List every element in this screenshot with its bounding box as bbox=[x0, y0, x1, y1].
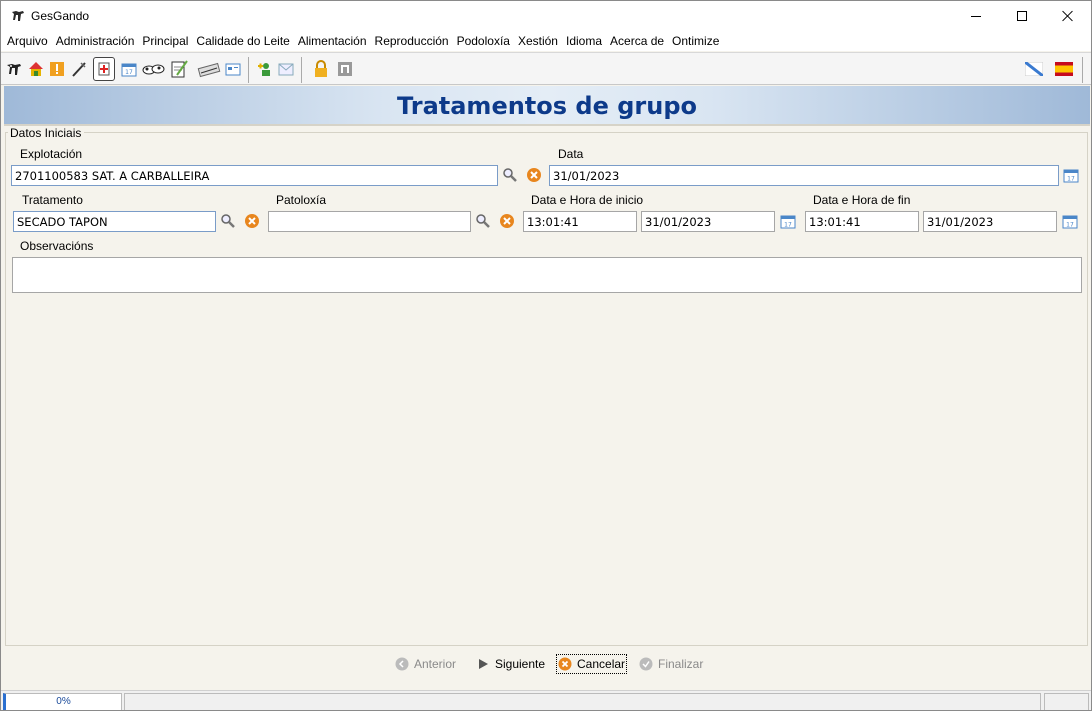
menu-arquivo[interactable]: Arquivo bbox=[3, 31, 52, 51]
herd-icon[interactable] bbox=[142, 59, 166, 79]
tratamento-search-icon[interactable] bbox=[219, 212, 237, 230]
svg-text:17: 17 bbox=[1067, 176, 1075, 183]
mail-icon[interactable] bbox=[276, 59, 296, 79]
finalizar-button[interactable]: Finalizar bbox=[639, 655, 703, 673]
menu-reproduccion[interactable]: Reproducción bbox=[371, 31, 453, 51]
home-icon[interactable] bbox=[26, 59, 46, 79]
menu-ontimize[interactable]: Ontimize bbox=[668, 31, 723, 51]
explotacion-clear-icon[interactable] bbox=[525, 166, 543, 184]
maximize-icon bbox=[1017, 11, 1027, 21]
cancelar-button[interactable]: Cancelar bbox=[555, 654, 628, 674]
app-logo-icon bbox=[12, 11, 24, 21]
tratamento-label: Tratamento bbox=[22, 193, 83, 207]
close-icon bbox=[1062, 10, 1074, 22]
menu-principal[interactable]: Principal bbox=[138, 31, 192, 51]
svg-text:17: 17 bbox=[784, 222, 792, 229]
finish-icon bbox=[639, 657, 653, 671]
patoloxia-field[interactable] bbox=[268, 211, 471, 232]
terminal-icon[interactable] bbox=[335, 59, 355, 79]
spanish-flag-icon[interactable] bbox=[1054, 59, 1074, 79]
medical-card-icon[interactable] bbox=[93, 57, 115, 81]
page-header: Tratamentos de grupo bbox=[4, 86, 1090, 126]
toolbar-separator bbox=[301, 57, 302, 83]
explotacion-label: Explotación bbox=[20, 147, 83, 161]
play-icon bbox=[479, 659, 488, 669]
svg-text:17: 17 bbox=[1066, 222, 1074, 229]
siguiente-button[interactable]: Siguiente bbox=[476, 655, 545, 673]
data-label: Data bbox=[558, 147, 584, 161]
data-field[interactable]: 31/01/2023 bbox=[549, 165, 1059, 186]
fin-label: Data e Hora de fin bbox=[813, 193, 911, 207]
status-bar: 0% bbox=[1, 690, 1091, 710]
observacions-label: Observacións bbox=[20, 239, 94, 253]
inicio-hora-field[interactable]: 13:01:41 bbox=[523, 211, 637, 232]
menu-bar: Arquivo Administración Principal Calidad… bbox=[1, 31, 1091, 51]
menu-idioma[interactable]: Idioma bbox=[562, 31, 606, 51]
back-icon bbox=[395, 657, 409, 671]
inicio-calendar-icon[interactable]: 17 bbox=[779, 212, 797, 230]
minimize-button[interactable] bbox=[953, 1, 999, 31]
status-extra-panel bbox=[1044, 693, 1089, 710]
finalizar-label: Finalizar bbox=[658, 657, 704, 671]
toolbar-separator bbox=[1082, 57, 1083, 83]
progress-bar: 0% bbox=[3, 693, 122, 710]
patoloxia-clear-icon[interactable] bbox=[498, 212, 516, 230]
maximize-button[interactable] bbox=[999, 1, 1045, 31]
menu-administracion[interactable]: Administración bbox=[52, 31, 139, 51]
fin-data-field[interactable]: 31/01/2023 bbox=[923, 211, 1057, 232]
patoloxia-label: Patoloxía bbox=[276, 193, 327, 207]
close-button[interactable] bbox=[1045, 1, 1091, 31]
svg-text:17: 17 bbox=[125, 69, 133, 76]
patoloxia-search-icon[interactable] bbox=[474, 212, 492, 230]
app-window: GesGando Arquivo Administración Principa… bbox=[0, 0, 1092, 711]
cow-icon[interactable] bbox=[4, 59, 24, 79]
syringe-icon[interactable] bbox=[69, 59, 89, 79]
menu-podoloxia[interactable]: Podoloxía bbox=[453, 31, 514, 51]
menu-acerca-de[interactable]: Acerca de bbox=[606, 31, 668, 51]
pen-icon[interactable] bbox=[197, 59, 221, 79]
window-title: GesGando bbox=[31, 9, 90, 23]
alert-icon[interactable] bbox=[47, 59, 67, 79]
datos-iniciais-group bbox=[5, 132, 1088, 646]
user-add-icon[interactable] bbox=[255, 59, 275, 79]
title-bar: GesGando bbox=[1, 1, 1091, 31]
toolbar-separator bbox=[248, 57, 249, 83]
window-icon[interactable] bbox=[223, 59, 243, 79]
explotacion-search-icon[interactable] bbox=[501, 166, 519, 184]
page-title: Tratamentos de grupo bbox=[397, 92, 697, 120]
fin-calendar-icon[interactable]: 17 bbox=[1061, 212, 1079, 230]
fin-hora-field[interactable]: 13:01:41 bbox=[805, 211, 919, 232]
menu-calidade-do-leite[interactable]: Calidade do Leite bbox=[192, 31, 293, 51]
data-calendar-icon[interactable]: 17 bbox=[1062, 166, 1080, 184]
observacions-textarea[interactable] bbox=[12, 257, 1082, 293]
inicio-data-field[interactable]: 31/01/2023 bbox=[641, 211, 775, 232]
notepad-icon[interactable] bbox=[169, 59, 189, 79]
cancelar-label: Cancelar bbox=[577, 657, 626, 671]
menu-xestion[interactable]: Xestión bbox=[514, 31, 562, 51]
lock-icon[interactable] bbox=[311, 59, 331, 79]
galician-flag-icon[interactable] bbox=[1024, 59, 1044, 79]
section-label: Datos Iniciais bbox=[8, 126, 85, 140]
calendar-icon[interactable]: 17 bbox=[119, 59, 139, 79]
siguiente-label: Siguiente bbox=[495, 657, 546, 671]
status-message-panel bbox=[124, 693, 1041, 710]
tratamento-field[interactable]: SECADO TAPON bbox=[13, 211, 216, 232]
tratamento-clear-icon[interactable] bbox=[243, 212, 261, 230]
anterior-button[interactable]: Anterior bbox=[395, 655, 456, 673]
explotacion-field[interactable]: 2701100583 SAT. A CARBALLEIRA bbox=[11, 165, 498, 186]
anterior-label: Anterior bbox=[414, 657, 457, 671]
minimize-icon bbox=[971, 15, 981, 17]
inicio-label: Data e Hora de inicio bbox=[531, 193, 644, 207]
cancel-icon bbox=[558, 657, 572, 671]
toolbar: 17 bbox=[1, 52, 1091, 85]
menu-alimentacion[interactable]: Alimentación bbox=[294, 31, 371, 51]
